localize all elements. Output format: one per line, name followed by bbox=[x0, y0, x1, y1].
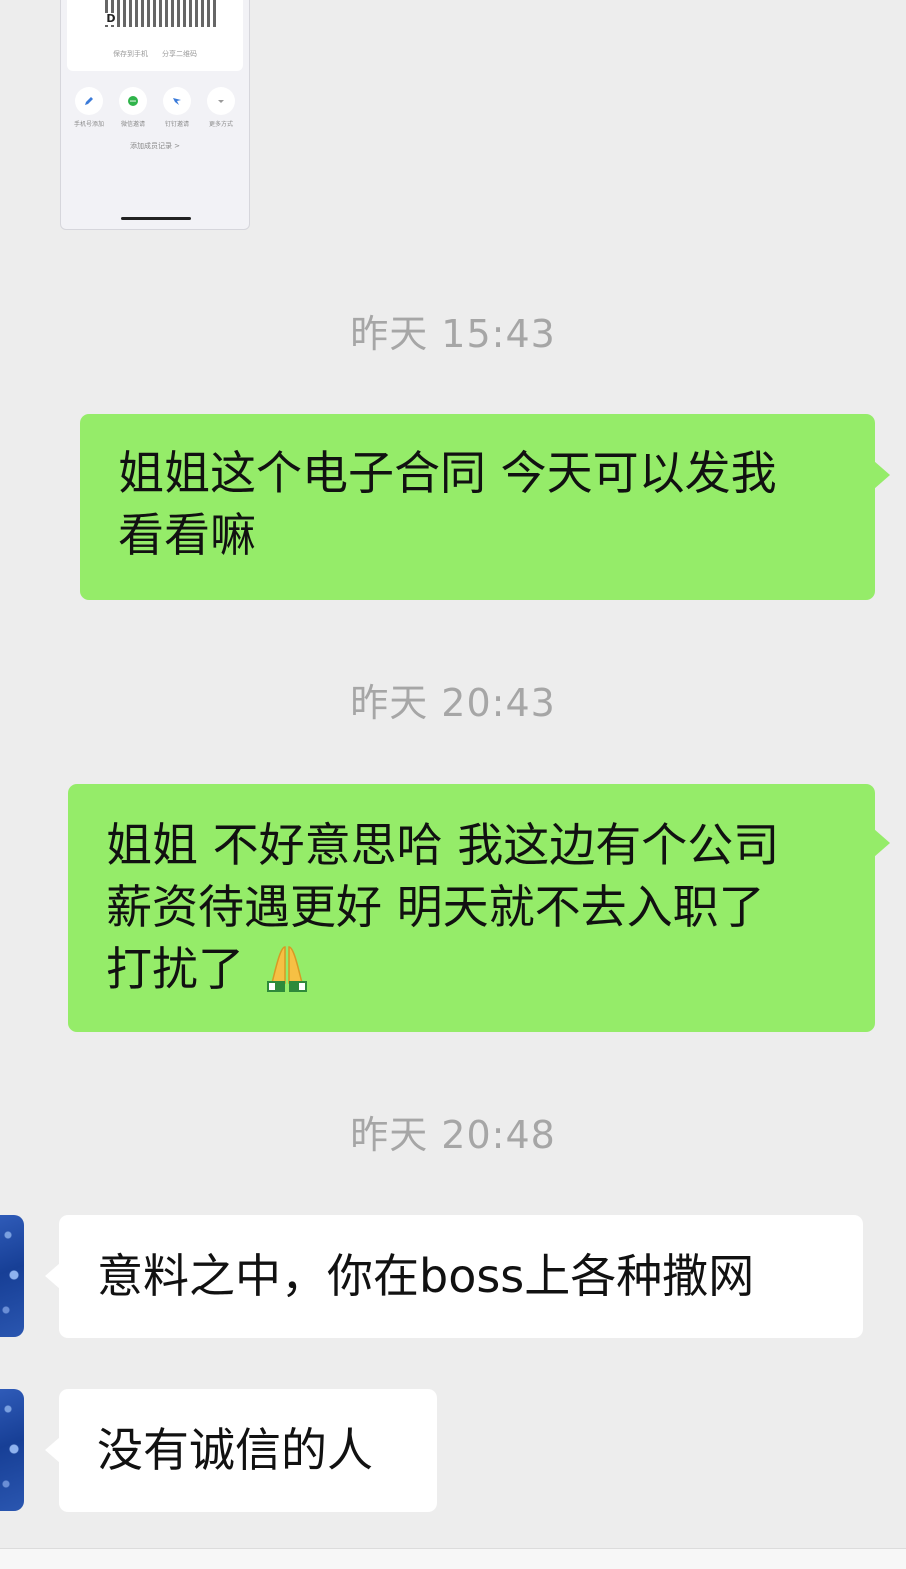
message-line: 姐姐这个电子合同 今天可以发我 bbox=[118, 446, 777, 500]
input-bar-edge bbox=[0, 1548, 906, 1569]
option-dingtalk-invite: 钉钉邀请 bbox=[156, 87, 198, 128]
message-line: 意料之中，你在boss上各种撒网 bbox=[97, 1249, 755, 1303]
shared-image-message[interactable]: D 保存到手机 分享二维码 手机号添加 微信邀请 钉钉邀请 更多方式 添加成员记… bbox=[60, 0, 250, 230]
bubble-tail bbox=[45, 1437, 60, 1463]
share-qr-label: 分享二维码 bbox=[162, 50, 197, 58]
message-line: 姐姐 不好意思哈 我这边有个公司 bbox=[106, 818, 780, 872]
chat-icon bbox=[128, 96, 138, 106]
member-record-link: 添加成员记录 > bbox=[129, 142, 181, 150]
option-more-methods: 更多方式 bbox=[200, 87, 242, 128]
received-message-bubble[interactable]: 没有诚信的人 bbox=[59, 1389, 437, 1512]
pencil-icon bbox=[85, 97, 93, 105]
contact-avatar[interactable] bbox=[0, 1215, 24, 1337]
home-indicator bbox=[121, 217, 191, 220]
save-to-phone-label: 保存到手机 bbox=[113, 50, 148, 58]
option-wechat-invite: 微信邀请 bbox=[112, 87, 154, 128]
sent-message-bubble[interactable]: 姐姐 不好意思哈 我这边有个公司 薪资待遇更好 明天就不去入职了 打扰了 bbox=[68, 784, 875, 1032]
message-timestamp: 昨天 15:43 bbox=[350, 312, 556, 356]
more-icon bbox=[218, 100, 224, 103]
dingtalk-logo-icon: D bbox=[105, 12, 117, 25]
message-line: 看看嘛 bbox=[118, 508, 256, 562]
qr-panel: D 保存到手机 分享二维码 bbox=[67, 0, 243, 71]
bubble-tail bbox=[874, 829, 890, 857]
contact-avatar[interactable] bbox=[0, 1389, 24, 1511]
option-phone-add: 手机号添加 bbox=[68, 87, 110, 128]
received-message-bubble[interactable]: 意料之中，你在boss上各种撒网 bbox=[59, 1215, 863, 1338]
message-line: 薪资待遇更好 明天就不去入职了 bbox=[106, 880, 765, 934]
qr-code bbox=[105, 0, 217, 27]
folded-hands-emoji-icon bbox=[266, 946, 307, 992]
sent-message-bubble[interactable]: 姐姐这个电子合同 今天可以发我 看看嘛 bbox=[80, 414, 875, 600]
bubble-tail bbox=[45, 1263, 60, 1289]
bubble-tail bbox=[874, 461, 890, 489]
message-line: 打扰了 bbox=[106, 942, 244, 996]
message-line: 没有诚信的人 bbox=[97, 1423, 373, 1477]
message-timestamp: 昨天 20:43 bbox=[350, 681, 556, 725]
message-timestamp: 昨天 20:48 bbox=[350, 1113, 556, 1157]
dingtalk-icon bbox=[173, 98, 181, 105]
